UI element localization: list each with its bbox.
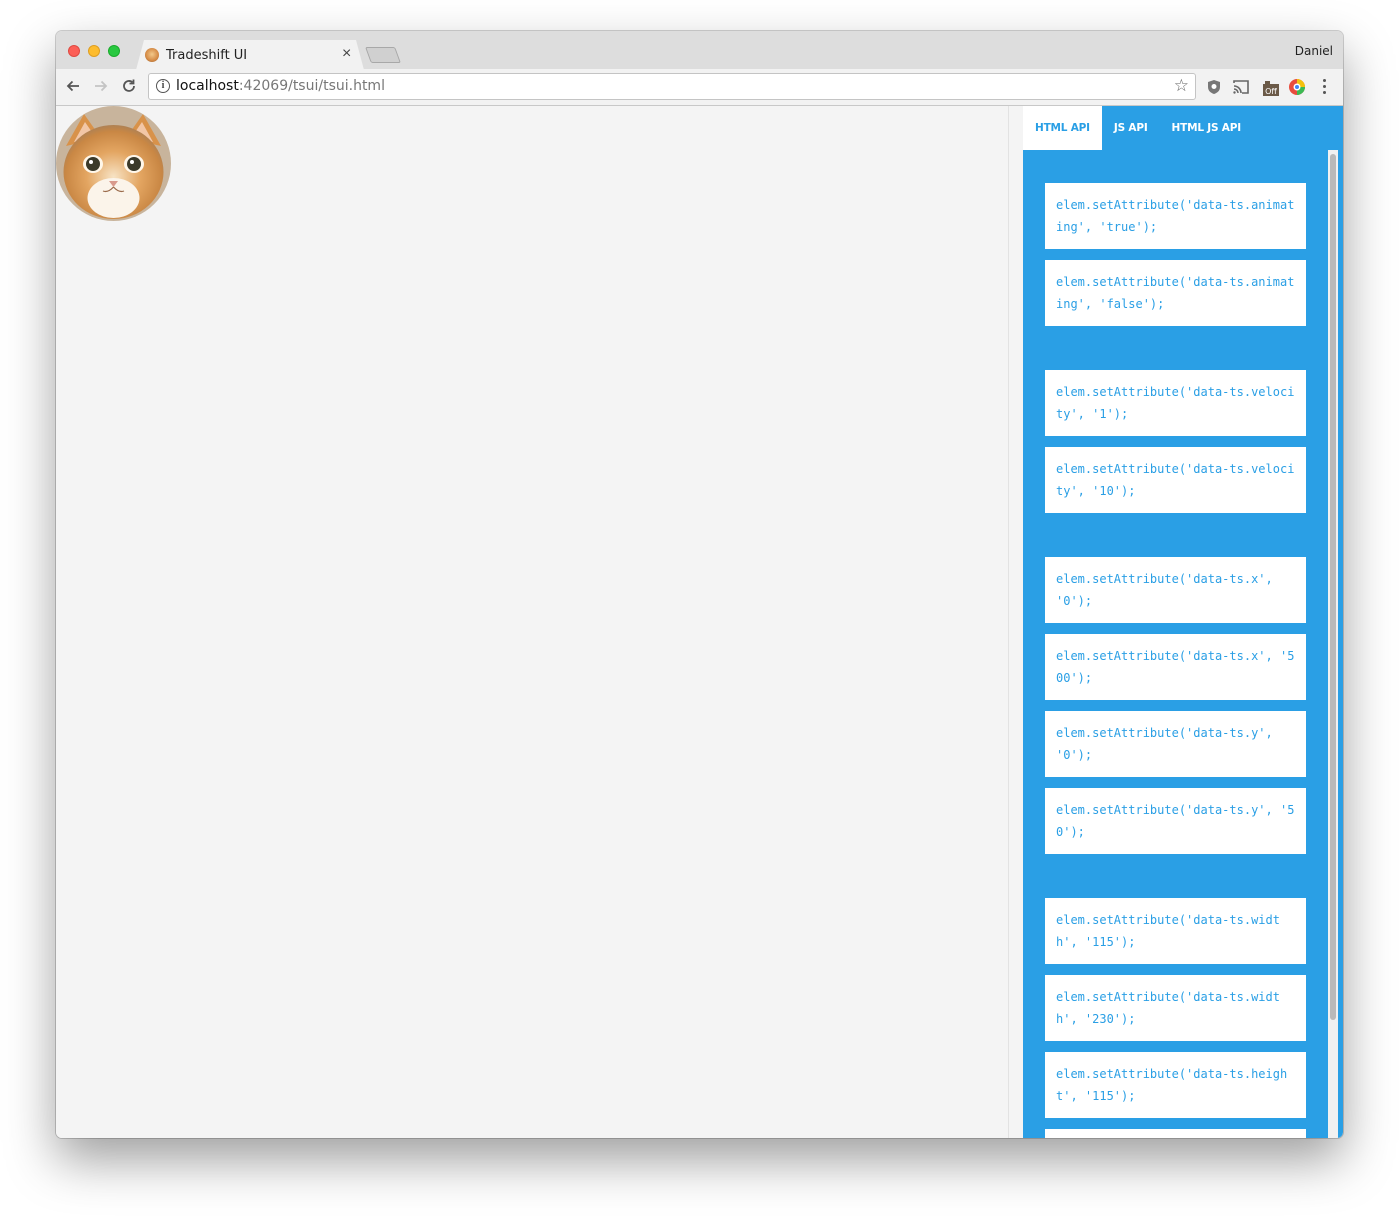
velocity-group: elem.setAttribute('data-ts.velocity', '1… xyxy=(1045,370,1306,524)
scrollbar[interactable] xyxy=(1328,150,1338,1138)
tab-close-icon[interactable]: × xyxy=(342,45,351,63)
svg-text:Off: Off xyxy=(1265,87,1277,96)
kitten-favicon-icon xyxy=(145,48,159,62)
code-snippet[interactable]: elem.setAttribute('data-ts.width', '230'… xyxy=(1045,975,1306,1041)
address-bar[interactable]: i localhost:42069/tsui/tsui.html ☆ xyxy=(148,73,1196,100)
code-snippet[interactable]: elem.setAttribute('data-ts.x', '0'); xyxy=(1045,557,1306,623)
code-snippet[interactable]: elem.setAttribute('data-ts.y', '50'); xyxy=(1045,788,1306,854)
code-list[interactable]: elem.setAttribute('data-ts.animating', '… xyxy=(1023,150,1343,1138)
star-icon[interactable]: ☆ xyxy=(1174,76,1189,96)
tab-js-api[interactable]: JS API xyxy=(1102,106,1160,150)
page-content: HTML API JS API HTML JS API elem.setAttr… xyxy=(56,106,1343,1138)
tab-title: Tradeshift UI xyxy=(166,48,248,63)
url-text[interactable]: localhost:42069/tsui/tsui.html xyxy=(176,78,385,94)
code-snippet[interactable]: elem.setAttribute('data-ts.velocity', '1… xyxy=(1045,447,1306,513)
api-panel: HTML API JS API HTML JS API elem.setAttr… xyxy=(1023,106,1343,1138)
code-snippet[interactable]: elem.setAttribute('data-ts.animating', '… xyxy=(1045,183,1306,249)
code-snippet[interactable]: elem.setAttribute('data-ts.animating', '… xyxy=(1045,260,1306,326)
forward-icon[interactable] xyxy=(90,75,112,97)
minimize-window-button[interactable] xyxy=(88,45,100,57)
close-window-button[interactable] xyxy=(68,45,80,57)
panel-tab-bar: HTML API JS API HTML JS API xyxy=(1023,106,1253,150)
panel-divider xyxy=(1008,106,1009,1138)
menu-icon[interactable] xyxy=(1319,76,1329,98)
code-snippet[interactable]: elem.setAttribute('data-ts.y', '0'); xyxy=(1045,711,1306,777)
code-snippet[interactable]: elem.setAttribute('data-ts.width', '115'… xyxy=(1045,898,1306,964)
code-snippet[interactable]: elem.setAttribute('data-ts.velocity', '1… xyxy=(1045,370,1306,436)
tab-html-js-api[interactable]: HTML JS API xyxy=(1160,106,1253,150)
new-tab-button[interactable] xyxy=(365,47,401,63)
browser-toolbar: i localhost:42069/tsui/tsui.html ☆ Off xyxy=(56,69,1343,106)
title-bar: Tradeshift UI × Daniel xyxy=(56,31,1343,70)
animating-group: elem.setAttribute('data-ts.animating', '… xyxy=(1045,183,1306,337)
code-snippet[interactable]: elem.setAttribute('data-ts.height', '115… xyxy=(1045,1052,1306,1118)
info-icon[interactable]: i xyxy=(156,79,170,93)
tab-tradeshift-ui[interactable]: Tradeshift UI × xyxy=(136,40,364,70)
kitten-image[interactable] xyxy=(56,106,171,221)
color-wheel-extension-icon[interactable] xyxy=(1288,78,1306,96)
back-icon[interactable] xyxy=(62,75,84,97)
browser-window: Tradeshift UI × Daniel i localhost:42069… xyxy=(56,31,1343,1138)
cast-icon[interactable] xyxy=(1232,78,1250,96)
scrollbar-thumb[interactable] xyxy=(1330,154,1336,1020)
code-snippet[interactable] xyxy=(1045,1129,1306,1138)
size-group: elem.setAttribute('data-ts.width', '115'… xyxy=(1045,898,1306,1138)
zoom-window-button[interactable] xyxy=(108,45,120,57)
code-snippet[interactable]: elem.setAttribute('data-ts.x', '500'); xyxy=(1045,634,1306,700)
position-group: elem.setAttribute('data-ts.x', '0'); ele… xyxy=(1045,557,1306,865)
off-extension-icon[interactable]: Off xyxy=(1261,78,1279,96)
profile-name[interactable]: Daniel xyxy=(1295,44,1333,58)
shield-extension-icon[interactable] xyxy=(1205,78,1223,96)
reload-icon[interactable] xyxy=(118,75,140,97)
tab-html-api[interactable]: HTML API xyxy=(1023,106,1102,150)
